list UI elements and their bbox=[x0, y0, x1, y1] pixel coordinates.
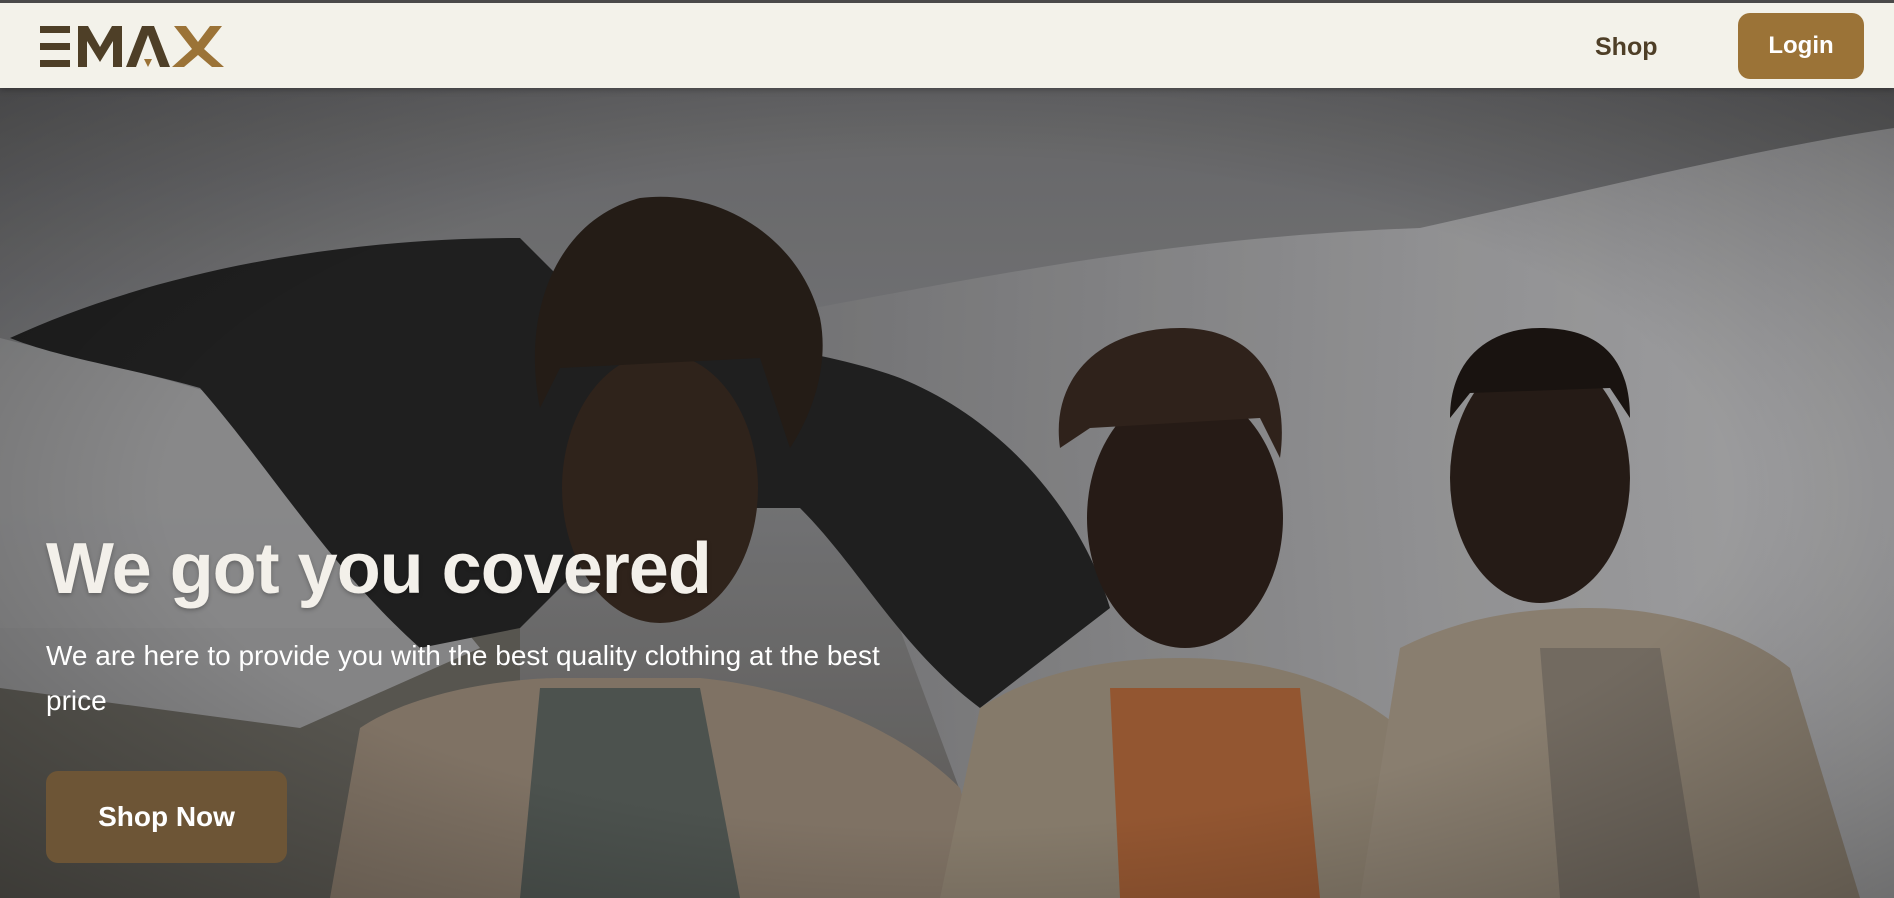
top-navbar: Shop Login bbox=[0, 0, 1894, 88]
shop-now-button[interactable]: Shop Now bbox=[46, 771, 287, 863]
logo-e-bar-middle bbox=[40, 43, 70, 50]
emax-logo[interactable] bbox=[38, 23, 242, 73]
login-button[interactable]: Login bbox=[1738, 13, 1864, 79]
logo-e-bar-top bbox=[40, 26, 70, 33]
logo-e-bar-bottom bbox=[40, 60, 70, 67]
logo-m bbox=[78, 26, 122, 67]
landing-page: Shop Login We got you covered We are her… bbox=[0, 0, 1894, 898]
hero-title: We got you covered bbox=[46, 529, 712, 609]
logo-a-triangle bbox=[144, 59, 152, 67]
hero-section: We got you covered We are here to provid… bbox=[0, 88, 1894, 898]
nav-shop-link[interactable]: Shop bbox=[1595, 29, 1658, 65]
logo-x bbox=[172, 26, 224, 67]
hero-subtitle: We are here to provide you with the best… bbox=[46, 640, 880, 716]
